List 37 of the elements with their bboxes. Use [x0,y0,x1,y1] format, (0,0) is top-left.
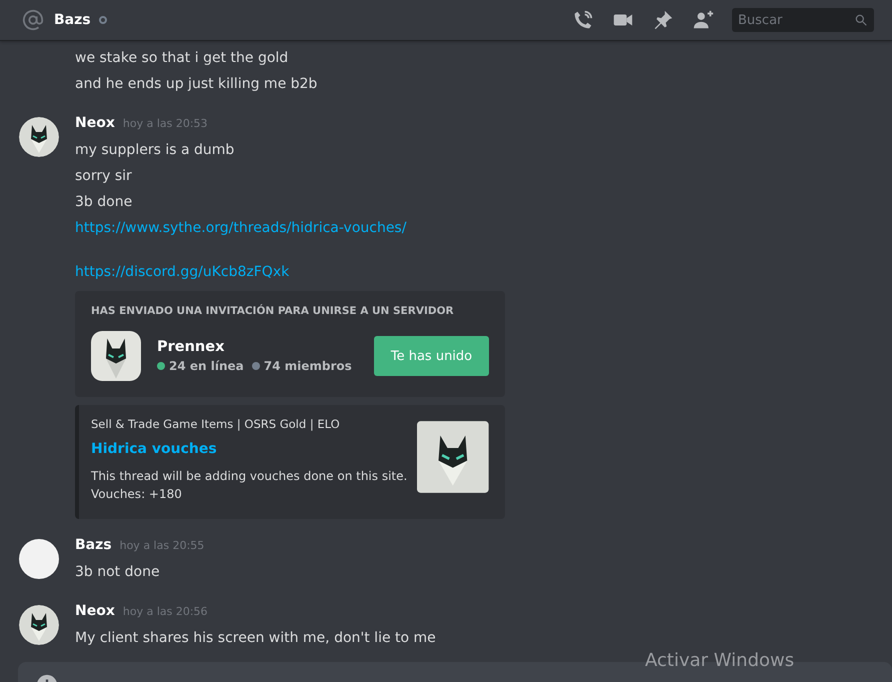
member-count: 74 miembros [264,359,352,373]
invite-heading: HAS ENVIADO UNA INVITACIÓN PARA UNIRSE A UN SERVIDOR [91,305,455,317]
message-text: we stake so that i get the gold [75,49,290,68]
avatar-wolf-icon [19,117,59,157]
search-icon [854,13,868,27]
embed-title-link[interactable]: Hidrica vouches [91,441,217,457]
online-dot-icon [157,362,165,370]
avatar-wolf-icon [19,605,59,645]
user-avatar[interactable] [19,539,59,579]
online-count: 24 en línea [169,359,244,373]
author-name[interactable]: Bazs [75,537,112,553]
server-wolf-icon [91,331,141,381]
channel-name: Bazs [54,12,91,28]
pin-icon[interactable] [652,9,674,31]
message-text: 3b not done [75,563,161,582]
message-text: my supplers is a dumb [75,141,236,160]
add-user-icon[interactable] [692,9,714,31]
message-timestamp: hoy a las 20:55 [120,539,204,552]
message-link[interactable]: https://discord.gg/uKcb8zFQxk [75,264,290,280]
message-text: 3b done [75,193,134,212]
embed-provider: Sell & Trade Game Items | OSRS Gold | ELO [91,417,341,431]
author-name[interactable]: Neox [75,115,115,131]
message-link[interactable]: https://www.sythe.org/threads/hidrica-vouches/ [75,220,406,236]
server-name: Prennex [157,339,226,355]
embed-description: Vouches: +180 [91,486,183,503]
message-timestamp: hoy a las 20:56 [122,605,208,618]
search-field[interactable]: Buscar [732,8,874,32]
message-text: and he ends up just killing me b2b [75,75,318,94]
activation-notice: Activar Windows [645,650,794,671]
members-dot-icon [252,362,260,370]
author-name[interactable]: Neox [75,603,115,619]
at-sign-icon [22,9,44,31]
message-timestamp: hoy a las 20:53 [122,117,208,130]
phone-call-icon[interactable] [572,9,594,31]
message-text: sorry sir [75,167,133,186]
message-text: My client shares his screen with me, don't lie to me [75,629,436,648]
embed-description: This thread will be adding vouches done on this site. [91,468,408,485]
